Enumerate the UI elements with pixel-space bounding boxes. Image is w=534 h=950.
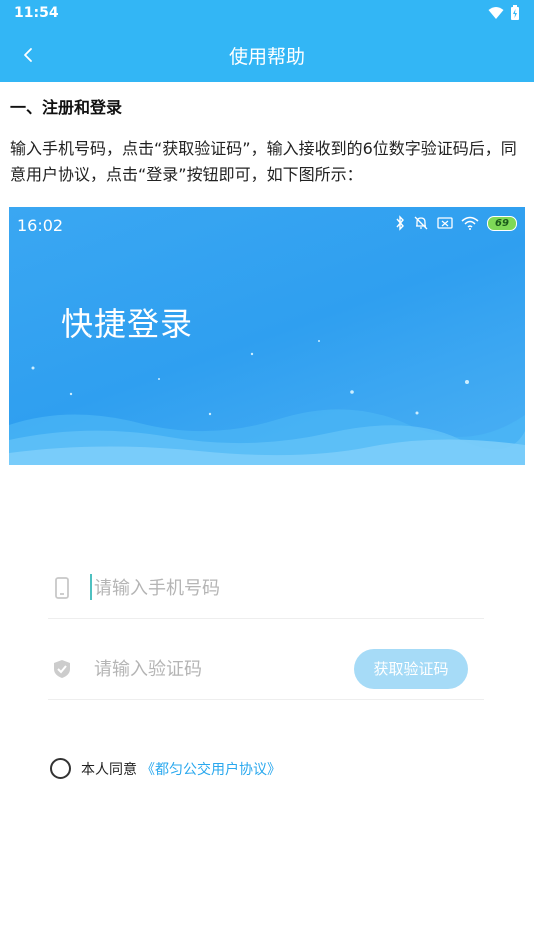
app-bar: 使用帮助 [0,28,534,82]
login-screenshot-banner: 16:02 69 快捷登录 [9,207,525,465]
agreement-radio[interactable] [50,758,71,779]
status-bar: 11:54 [0,0,534,28]
phone-input[interactable] [92,572,376,604]
agreement-text: 本人同意 [81,761,137,778]
agreement-row: 本人同意 《都匀公交用户协议》 [50,758,281,779]
section-heading: 一、注册和登录 [10,98,123,117]
agreement-link[interactable]: 《都匀公交用户协议》 [141,759,281,779]
wave-decoration [9,409,525,465]
code-row: 获取验证码 [48,637,484,700]
phone-icon [55,577,69,599]
code-input[interactable] [92,653,376,685]
shield-check-icon [54,660,70,678]
section-paragraph: 输入手机号码，点击“获取验证码”，输入接收到的6位数字验证码后，同意用户协议，点… [10,139,517,184]
battery-icon [511,5,519,20]
wifi-icon [488,7,504,19]
status-icons [488,5,520,21]
get-code-button[interactable]: 获取验证码 [354,649,468,689]
page-title: 使用帮助 [228,46,305,68]
phone-row [48,556,484,619]
status-time: 11:54 [14,5,59,21]
